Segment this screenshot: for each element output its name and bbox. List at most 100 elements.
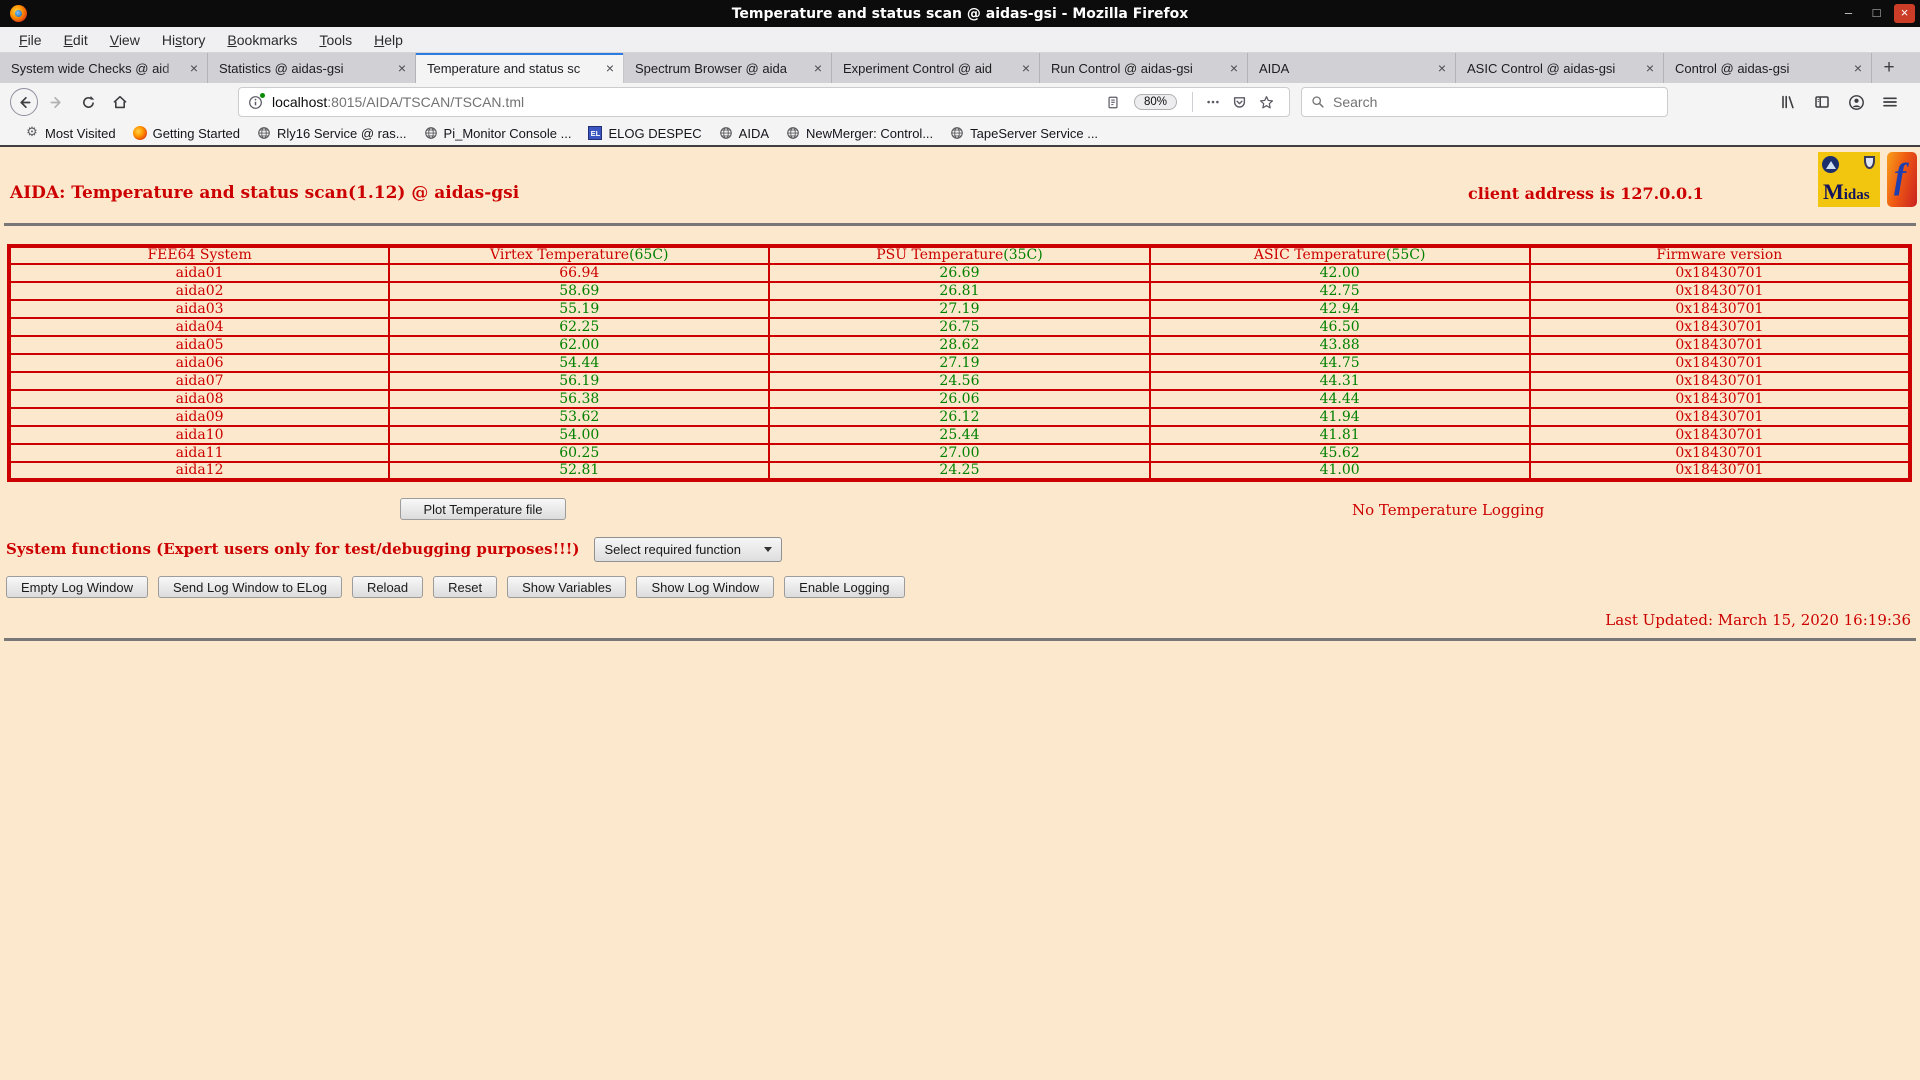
home-button[interactable] <box>106 88 134 116</box>
psu-temperature: 26.75 <box>769 318 1149 336</box>
firefox-icon <box>132 125 148 141</box>
tab-close-icon[interactable]: × <box>811 61 825 75</box>
tab-spectrum-browser-aida[interactable]: Spectrum Browser @ aida × <box>624 53 832 83</box>
tab-close-icon[interactable]: × <box>1435 61 1449 75</box>
firmware-version: 0x18430701 <box>1530 390 1910 408</box>
bookmarks-toolbar: ⚙ Most Visited Getting Started Rly16 Ser… <box>0 121 1920 147</box>
fee64-name: aida11 <box>9 444 389 462</box>
column-header-asic-temperature: ASIC Temperature(55C) <box>1150 246 1530 264</box>
tab-statistics-aidas-gsi[interactable]: Statistics @ aidas-gsi × <box>208 53 416 83</box>
tab-close-icon[interactable]: × <box>1019 61 1033 75</box>
fee64-name: aida03 <box>9 300 389 318</box>
menu-item-bookmarks[interactable]: Bookmarks <box>216 29 308 51</box>
tab-control-aidas-gsi[interactable]: Control @ aidas-gsi × <box>1664 53 1872 83</box>
bookmark-tapeserver-service[interactable]: TapeServer Service ... <box>941 123 1106 143</box>
zoom-level-badge[interactable]: 80% <box>1134 94 1177 110</box>
virtex-temperature: 56.19 <box>389 372 769 390</box>
account-icon[interactable] <box>1842 88 1870 116</box>
window-titlebar: Temperature and status scan @ aidas-gsi … <box>0 0 1920 27</box>
tab-close-icon[interactable]: × <box>187 61 201 75</box>
bookmark-star-icon[interactable] <box>1253 95 1280 110</box>
table-row: aida01 66.94 26.69 42.00 0x18430701 <box>9 264 1910 282</box>
menu-item-help[interactable]: Help <box>363 29 414 51</box>
tab-temperature-and-status-sc[interactable]: Temperature and status sc × <box>416 53 624 83</box>
send-log-window-to-elog-button[interactable]: Send Log Window to ELog <box>158 576 342 598</box>
tab-label: Spectrum Browser @ aida <box>635 61 807 76</box>
bookmark-label: TapeServer Service ... <box>970 126 1098 141</box>
tab-close-icon[interactable]: × <box>1227 61 1241 75</box>
minimize-button[interactable]: – <box>1838 4 1859 23</box>
tab-close-icon[interactable]: × <box>395 61 409 75</box>
globe-icon <box>718 125 734 141</box>
url-bar[interactable]: localhost:8015/AIDA/TSCAN/TSCAN.tml 80% <box>238 87 1290 117</box>
navigation-toolbar: localhost:8015/AIDA/TSCAN/TSCAN.tml 80% <box>0 83 1920 121</box>
plot-temperature-button[interactable]: Plot Temperature file <box>400 498 566 520</box>
menu-item-tools[interactable]: Tools <box>308 29 363 51</box>
close-button[interactable]: × <box>1894 4 1915 23</box>
firmware-version: 0x18430701 <box>1530 372 1910 390</box>
forward-button[interactable] <box>42 88 70 116</box>
bookmark-rly16-service-ras[interactable]: Rly16 Service @ ras... <box>248 123 415 143</box>
page-header: AIDA: Temperature and status scan(1.12) … <box>0 147 1920 223</box>
show-log-window-button[interactable]: Show Log Window <box>636 576 774 598</box>
menu-item-file[interactable]: File <box>8 29 53 51</box>
fee64-name: aida02 <box>9 282 389 300</box>
tab-close-icon[interactable]: × <box>1643 61 1657 75</box>
horizontal-rule <box>4 223 1916 226</box>
enable-logging-button[interactable]: Enable Logging <box>784 576 904 598</box>
menu-bar: FileEditViewHistoryBookmarksToolsHelp <box>0 27 1920 53</box>
search-input[interactable] <box>1333 94 1658 110</box>
search-icon <box>1311 95 1325 109</box>
bookmark-pi-monitor-console[interactable]: Pi_Monitor Console ... <box>415 123 580 143</box>
plot-row: Plot Temperature file No Temperature Log… <box>0 498 1920 522</box>
table-row: aida12 52.81 24.25 41.00 0x18430701 <box>9 462 1910 480</box>
tab-asic-control-aidas-gsi[interactable]: ASIC Control @ aidas-gsi × <box>1456 53 1664 83</box>
function-select-value: Select required function <box>604 542 741 557</box>
gear-icon: ⚙ <box>24 125 40 141</box>
maximize-button[interactable]: □ <box>1866 4 1887 23</box>
tab-label: Temperature and status sc <box>427 61 599 76</box>
menu-item-view[interactable]: View <box>99 29 151 51</box>
menu-item-edit[interactable]: Edit <box>53 29 99 51</box>
firmware-version: 0x18430701 <box>1530 282 1910 300</box>
search-bar[interactable] <box>1301 87 1668 117</box>
table-row: aida03 55.19 27.19 42.94 0x18430701 <box>9 300 1910 318</box>
back-button[interactable] <box>10 88 38 116</box>
psu-temperature: 24.56 <box>769 372 1149 390</box>
sidebar-icon[interactable] <box>1808 88 1836 116</box>
reset-button[interactable]: Reset <box>433 576 497 598</box>
asic-temperature: 41.00 <box>1150 462 1530 480</box>
bookmark-getting-started[interactable]: Getting Started <box>124 123 248 143</box>
empty-log-window-button[interactable]: Empty Log Window <box>6 576 148 598</box>
url-text: localhost:8015/AIDA/TSCAN/TSCAN.tml <box>272 94 1100 110</box>
system-functions-label: System functions (Expert users only for … <box>6 540 579 558</box>
midas-logo: Midas <box>1818 152 1880 207</box>
pocket-icon[interactable] <box>1226 95 1253 110</box>
tab-close-icon[interactable]: × <box>1851 61 1865 75</box>
reader-mode-icon[interactable] <box>1100 95 1126 110</box>
page-actions-icon[interactable] <box>1200 95 1226 109</box>
bookmark-newmerger-control[interactable]: NewMerger: Control... <box>777 123 941 143</box>
psu-temperature: 27.00 <box>769 444 1149 462</box>
column-header-psu-temperature: PSU Temperature(35C) <box>769 246 1149 264</box>
reload-button[interactable] <box>74 88 102 116</box>
menu-item-history[interactable]: History <box>151 29 217 51</box>
function-select[interactable]: Select required function <box>594 537 782 562</box>
page-info-icon[interactable] <box>248 95 263 110</box>
bookmark-aida[interactable]: AIDA <box>710 123 777 143</box>
tab-system-wide-checks-aid[interactable]: System wide Checks @ aid × <box>0 53 208 83</box>
new-tab-button[interactable]: + <box>1872 53 1906 83</box>
bookmark-elog-despec[interactable]: EL ELOG DESPEC <box>579 123 709 143</box>
hamburger-menu-icon[interactable] <box>1876 88 1904 116</box>
reload-button[interactable]: Reload <box>352 576 423 598</box>
bookmark-most-visited[interactable]: ⚙ Most Visited <box>16 123 124 143</box>
url-host: localhost <box>272 94 327 110</box>
tab-close-icon[interactable]: × <box>603 61 617 75</box>
psu-temperature: 26.06 <box>769 390 1149 408</box>
tab-aida[interactable]: AIDA × <box>1248 53 1456 83</box>
psu-temperature: 27.19 <box>769 354 1149 372</box>
tab-experiment-control-aid[interactable]: Experiment Control @ aid × <box>832 53 1040 83</box>
tab-run-control-aidas-gsi[interactable]: Run Control @ aidas-gsi × <box>1040 53 1248 83</box>
library-icon[interactable] <box>1774 88 1802 116</box>
show-variables-button[interactable]: Show Variables <box>507 576 626 598</box>
